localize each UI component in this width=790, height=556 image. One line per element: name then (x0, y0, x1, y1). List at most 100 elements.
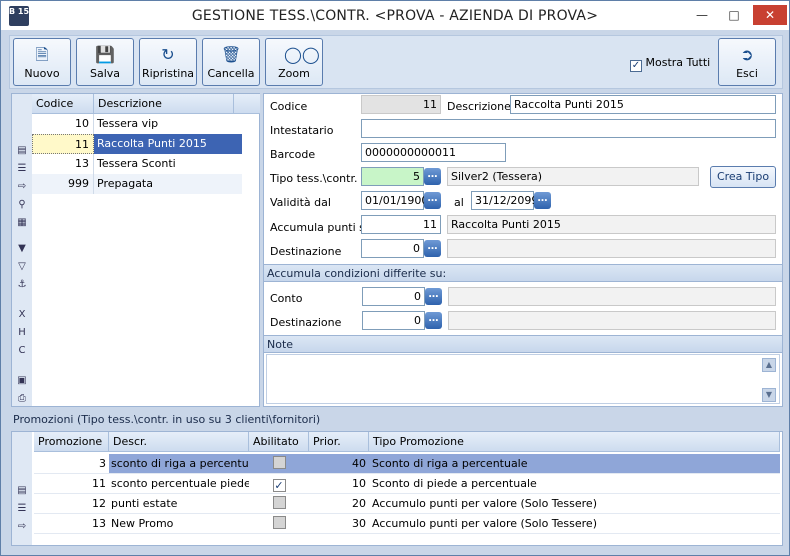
list-item-code: 10 (32, 114, 94, 134)
al-label: al (454, 196, 464, 209)
screen-icon[interactable]: ▣ (15, 374, 29, 388)
export-html-icon[interactable]: H (15, 326, 29, 340)
note-textarea[interactable] (266, 354, 780, 404)
promo-enabled-cell (249, 514, 309, 533)
promo-id: 11 (92, 477, 106, 490)
grid-view-icon[interactable]: ▦ (15, 216, 29, 230)
anchor-icon[interactable]: ⚓ (15, 278, 29, 292)
restore-button-label: Ripristina (141, 67, 195, 80)
destinazione2-lookup-button[interactable]: … (425, 312, 442, 329)
close-icon[interactable]: ✕ (753, 5, 787, 25)
destinazione-field[interactable]: 0 (361, 239, 424, 258)
enabled-checkbox[interactable] (272, 496, 286, 509)
promo-prior: 10 (352, 477, 366, 490)
show-all-checkbox[interactable]: ✓ (630, 60, 642, 72)
detail-form: Codice 11 Descrizione Raccolta Punti 201… (263, 93, 783, 407)
column-header-codice[interactable]: Codice (32, 94, 94, 114)
list-item[interactable]: 11 Raccolta Punti 2015 (32, 134, 242, 154)
exit-button[interactable]: ➲ Esci (718, 38, 776, 86)
exit-door-icon: ➲ (740, 45, 754, 64)
list-item-code: 999 (32, 174, 94, 194)
list-icon[interactable]: ☰ (15, 502, 29, 516)
list-item[interactable]: 10 Tessera vip (32, 114, 242, 134)
codice-field: 11 (361, 95, 441, 114)
export-icon[interactable]: ⇨ (15, 180, 29, 194)
descrizione-field[interactable]: Raccolta Punti 2015 (510, 95, 776, 114)
conto-description (448, 287, 776, 306)
column-header-descrizione[interactable]: Descrizione (94, 94, 234, 114)
table-row[interactable]: 11 sconto percentuale piede ✓ 10 Sconto … (34, 474, 780, 494)
column-header-promozione[interactable]: Promozione (34, 432, 109, 452)
validita-al-field[interactable]: 31/12/2099 (471, 191, 538, 210)
save-button-label: Salva (89, 67, 121, 80)
enabled-checkbox[interactable] (272, 456, 286, 469)
promo-descr: punti estate (111, 497, 178, 510)
conto-field[interactable]: 0 (362, 287, 425, 306)
zoom-button[interactable]: ◯◯ Zoom (265, 38, 323, 86)
accumula-section-header: Accumula condizioni differite su: (264, 264, 782, 282)
promo-tipo: Accumulo punti per valore (Solo Tessere) (372, 517, 597, 530)
destinazione-lookup-button[interactable]: … (424, 240, 441, 257)
destinazione2-field[interactable]: 0 (362, 311, 425, 330)
maximize-icon[interactable]: □ (721, 5, 747, 25)
destinazione-description (447, 239, 776, 258)
validita-al-calendar-button[interactable]: … (534, 192, 551, 209)
print-icon[interactable]: ⎙ (15, 392, 29, 406)
promo-descr: sconto di riga a percentuale (109, 454, 249, 473)
destinazione-label: Destinazione (270, 245, 342, 258)
column-header-prior[interactable]: Prior. (309, 432, 369, 452)
enabled-checkbox[interactable] (272, 516, 286, 529)
promo-enabled-cell (249, 454, 309, 473)
promo-id: 13 (92, 517, 106, 530)
crea-tipo-button[interactable]: Crea Tipo (710, 166, 776, 188)
tipo-field[interactable]: 5 (361, 167, 424, 186)
promo-prior: 30 (352, 517, 366, 530)
list-item[interactable]: 13 Tessera Sconti (32, 154, 242, 174)
scroll-up-icon[interactable]: ▲ (762, 358, 776, 372)
tipo-label: Tipo tess.\contr. (270, 172, 358, 185)
barcode-field[interactable]: 0000000000011 (361, 143, 506, 162)
conto-lookup-button[interactable]: … (425, 288, 442, 305)
validita-dal-field[interactable]: 01/01/1900 (361, 191, 428, 210)
table-row[interactable]: 12 punti estate 20 Accumulo punti per va… (34, 494, 780, 514)
descrizione-label: Descrizione (447, 100, 511, 113)
filter-icon[interactable]: ▼ (15, 242, 29, 256)
scroll-down-icon[interactable]: ▼ (762, 388, 776, 402)
list-item-code: 13 (32, 154, 94, 174)
export-excel-icon[interactable]: X (15, 308, 29, 322)
restore-button[interactable]: ↻ Ripristina (139, 38, 197, 86)
table-row[interactable]: 13 New Promo 30 Accumulo punti per valor… (34, 514, 780, 534)
column-header-tipo-promozione[interactable]: Tipo Promozione (369, 432, 780, 452)
promo-tipo: Sconto di piede a percentuale (372, 477, 537, 490)
refresh-icon: ↻ (161, 45, 175, 64)
show-all-toggle[interactable]: ✓ Mostra Tutti (630, 56, 710, 72)
export-csv-icon[interactable]: C (15, 344, 29, 358)
column-header-spacer (234, 94, 260, 114)
accumula-field[interactable]: 11 (361, 215, 441, 234)
export-icon[interactable]: ⇨ (15, 520, 29, 534)
list-icon[interactable]: ☰ (15, 162, 29, 176)
delete-button[interactable]: 🗑 Cancella (202, 38, 260, 86)
floppy-disk-icon: 💾 (95, 45, 115, 64)
filter-clear-icon[interactable]: ▽ (15, 260, 29, 274)
conto-label: Conto (270, 292, 303, 305)
enabled-checkbox[interactable]: ✓ (272, 479, 286, 492)
column-header-abilitato[interactable]: Abilitato (249, 432, 309, 452)
tipo-lookup-button[interactable]: … (424, 168, 441, 185)
validita-dal-calendar-button[interactable]: … (424, 192, 441, 209)
promo-tipo: Sconto di riga a percentuale (369, 454, 780, 473)
list-item[interactable]: 999 Prepagata (32, 174, 242, 194)
destinazione2-description (448, 311, 776, 330)
intestatario-field[interactable] (361, 119, 776, 138)
promo-enabled-cell: ✓ (249, 474, 309, 493)
search-icon[interactable]: ⚲ (15, 198, 29, 212)
promo-grid: ▤ ☰ ⇨ Promozione Descr. Abilitato Prior.… (11, 431, 783, 546)
list-item-code: 11 (32, 134, 94, 154)
copy-icon[interactable]: ▤ (15, 484, 29, 498)
new-button[interactable]: 🗎 Nuovo (13, 38, 71, 86)
table-row[interactable]: 3 sconto di riga a percentuale 40 Sconto… (34, 454, 780, 474)
copy-icon[interactable]: ▤ (15, 144, 29, 158)
minimize-icon[interactable]: — (689, 5, 715, 25)
save-button[interactable]: 💾 Salva (76, 38, 134, 86)
column-header-descr[interactable]: Descr. (109, 432, 249, 452)
